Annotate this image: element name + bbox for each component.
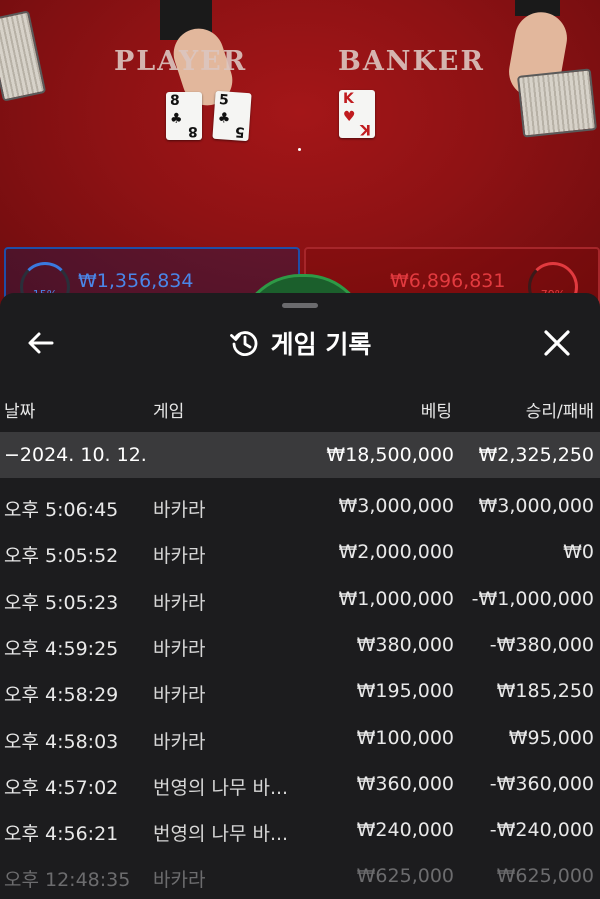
card-discard-tray — [0, 10, 47, 102]
banker-zone-label: BANKER — [338, 46, 485, 77]
table-row[interactable]: 오후 5:05:23 바카라 ₩1,000,000 -₩1,000,000 — [0, 576, 600, 622]
row-result: -₩380,000 — [489, 634, 594, 656]
page-title: 게임 기록 — [270, 330, 372, 359]
card-rank: 8 — [188, 123, 198, 139]
close-button[interactable] — [542, 328, 572, 358]
column-header-game: 게임 — [153, 402, 185, 422]
sheet-title: 게임 기록 — [0, 325, 600, 361]
card-rank: 5 — [234, 123, 246, 140]
row-bet: ₩195,000 — [356, 680, 454, 702]
history-icon — [229, 331, 257, 356]
table-row[interactable]: 오후 5:06:45 바카라 ₩3,000,000 ₩3,000,000 — [0, 483, 600, 529]
player-card-2: 5 ♣ 5 — [212, 90, 252, 142]
row-time: 오후 4:58:29 — [4, 684, 119, 706]
column-header-date: 날짜 — [4, 402, 36, 422]
player-total-bet: ₩1,356,834 — [78, 270, 194, 292]
card-suit: ♣ — [217, 110, 231, 127]
card-shoe — [516, 68, 598, 138]
card-rank: 8 — [170, 93, 180, 109]
row-time: 오후 12:48:35 — [4, 869, 131, 891]
row-time: 오후 4:56:21 — [4, 823, 119, 845]
card-suit: ♣ — [170, 111, 183, 127]
column-header-bet: 베팅 — [420, 402, 452, 422]
date-group-result-total: ₩2,325,250 — [478, 444, 594, 466]
row-game: 번영의 나무 바... — [153, 777, 289, 799]
table-marker-dot — [298, 148, 301, 151]
date-group-bet-total: ₩18,500,000 — [326, 444, 454, 466]
row-game: 번영의 나무 바... — [153, 823, 289, 845]
sheet-grabber[interactable] — [282, 303, 318, 308]
row-bet: ₩3,000,000 — [338, 495, 454, 517]
row-bet: ₩100,000 — [356, 727, 454, 749]
table-row[interactable]: 오후 5:05:52 바카라 ₩2,000,000 ₩0 — [0, 529, 600, 575]
row-result: -₩240,000 — [489, 819, 594, 841]
row-bet: ₩625,000 — [356, 865, 454, 887]
card-rank: K — [360, 121, 371, 137]
row-result: ₩625,000 — [496, 865, 594, 887]
table-row[interactable]: 오후 12:48:35 바카라 ₩625,000 ₩625,000 — [0, 853, 600, 899]
row-result: -₩1,000,000 — [471, 588, 594, 610]
row-game: 바카라 — [153, 499, 206, 521]
player-zone-label: PLAYER — [114, 46, 248, 77]
table-row[interactable]: 오후 4:57:02 번영의 나무 바... ₩360,000 -₩360,00… — [0, 761, 600, 807]
sheet-header: 게임 기록 — [0, 319, 600, 369]
row-game: 바카라 — [153, 731, 206, 753]
date-group-row[interactable]: −2024. 10. 12. ₩18,500,000 ₩2,325,250 — [0, 432, 600, 478]
date-group-date: −2024. 10. 12. — [4, 444, 147, 466]
row-time: 오후 5:05:52 — [4, 545, 119, 567]
card-rank: 5 — [218, 92, 230, 109]
table-row[interactable]: 오후 4:59:25 바카라 ₩380,000 -₩380,000 — [0, 622, 600, 668]
row-time: 오후 5:05:23 — [4, 592, 119, 614]
table-row[interactable]: 오후 4:56:21 번영의 나무 바... ₩240,000 -₩240,00… — [0, 807, 600, 853]
table-row[interactable]: 오후 4:58:29 바카라 ₩195,000 ₩185,250 — [0, 668, 600, 714]
row-bet: ₩2,000,000 — [338, 541, 454, 563]
row-result: ₩185,250 — [496, 680, 594, 702]
row-game: 바카라 — [153, 684, 206, 706]
card-suit: ♥ — [343, 109, 356, 125]
row-game: 바카라 — [153, 545, 206, 567]
row-time: 오후 4:57:02 — [4, 777, 119, 799]
player-card-1: 8 ♣ 8 — [166, 92, 202, 140]
row-result: ₩0 — [563, 541, 594, 563]
row-result: ₩95,000 — [508, 727, 594, 749]
row-result: -₩360,000 — [489, 773, 594, 795]
row-result: ₩3,000,000 — [478, 495, 594, 517]
row-bet: ₩1,000,000 — [338, 588, 454, 610]
banker-total-bet: ₩6,896,831 — [390, 270, 506, 292]
row-time: 오후 5:06:45 — [4, 499, 119, 521]
row-game: 바카라 — [153, 869, 206, 891]
row-time: 오후 4:59:25 — [4, 638, 119, 660]
row-time: 오후 4:58:03 — [4, 731, 119, 753]
row-bet: ₩360,000 — [356, 773, 454, 795]
column-header-result: 승리/패배 — [525, 402, 594, 422]
row-bet: ₩380,000 — [356, 634, 454, 656]
close-icon — [544, 330, 570, 356]
card-rank: K — [343, 91, 354, 107]
row-game: 바카라 — [153, 592, 206, 614]
table-row[interactable]: 오후 4:58:03 바카라 ₩100,000 ₩95,000 — [0, 715, 600, 761]
banker-card-1: K ♥ K — [339, 90, 375, 138]
row-bet: ₩240,000 — [356, 819, 454, 841]
row-game: 바카라 — [153, 638, 206, 660]
game-history-sheet: 게임 기록 날짜 게임 베팅 승리/패배 −2024. 10. 12. ₩18,… — [0, 293, 600, 894]
live-game-view: PLAYER BANKER 8 ♣ 8 5 ♣ 5 K ♥ K 15% 79% … — [0, 0, 600, 320]
